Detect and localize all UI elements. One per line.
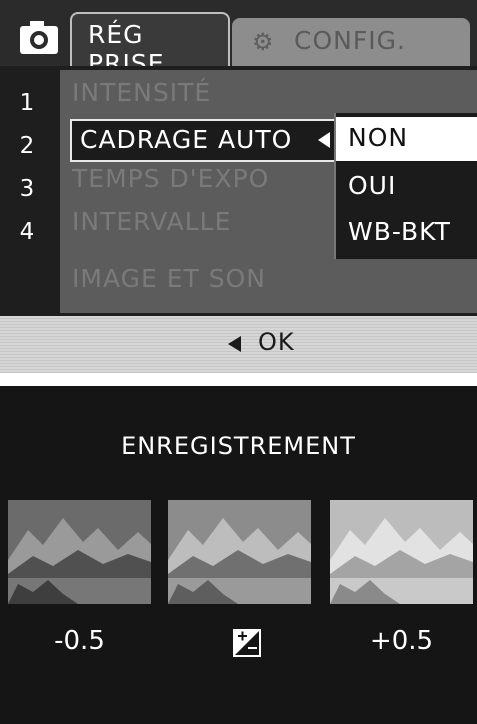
camera-menu-screen: RÉG PRISE ⚙ CONFIG. 1 2 3 4 INTENSITÉ TE… bbox=[0, 0, 477, 373]
row-number: 3 bbox=[19, 176, 35, 202]
tab-reg-prise[interactable]: RÉG PRISE bbox=[70, 12, 230, 78]
thumbnail-bright bbox=[330, 500, 473, 604]
row-number: 1 bbox=[19, 90, 35, 116]
option-dropdown: NON OUI WB-BKT bbox=[334, 113, 477, 259]
menu-item-label: TEMPS D'EXPO bbox=[72, 164, 270, 193]
row-number-column: 1 2 3 4 bbox=[0, 66, 58, 316]
thumbnail-dark bbox=[8, 500, 151, 604]
option-label: OUI bbox=[348, 171, 397, 200]
option-label: WB-BKT bbox=[348, 217, 451, 246]
menu-item-label: CADRAGE AUTO bbox=[80, 125, 293, 154]
left-arrow-icon bbox=[228, 336, 241, 352]
tab-config[interactable]: ⚙ CONFIG. bbox=[232, 18, 470, 66]
recording-title: ENREGISTREMENT bbox=[121, 432, 356, 460]
menu-item-cadrage-auto[interactable]: CADRAGE AUTO bbox=[70, 119, 336, 162]
option-wb-bkt[interactable]: WB-BKT bbox=[336, 211, 477, 255]
exposure-plus-label: +0.5 bbox=[369, 626, 434, 656]
wrench-icon: ⚙ bbox=[252, 28, 274, 56]
menu-item-intensite[interactable]: INTENSITÉ bbox=[60, 74, 477, 116]
option-oui[interactable]: OUI bbox=[336, 165, 477, 209]
tab-config-label: CONFIG. bbox=[294, 26, 406, 55]
menu-item-label: INTERVALLE bbox=[72, 207, 232, 236]
row-number: 2 bbox=[19, 133, 35, 159]
exposure-compensation-icon bbox=[233, 629, 261, 657]
row-number: 4 bbox=[19, 219, 35, 245]
footer-bar: OK bbox=[0, 316, 477, 373]
menu-item-image-et-son[interactable]: IMAGE ET SON bbox=[60, 260, 477, 302]
thumbnail-normal bbox=[168, 500, 311, 604]
option-label: NON bbox=[348, 123, 409, 152]
menu-item-label: INTENSITÉ bbox=[72, 78, 212, 107]
menu-item-label: IMAGE ET SON bbox=[72, 264, 266, 293]
submenu-arrow-icon bbox=[318, 132, 330, 148]
exposure-minus-label: -0.5 bbox=[54, 626, 105, 656]
option-non[interactable]: NON bbox=[336, 117, 477, 161]
camera-icon[interactable] bbox=[14, 12, 64, 62]
ok-label[interactable]: OK bbox=[258, 328, 295, 356]
recording-screen: ENREGISTREMENT -0.5 +0.5 bbox=[0, 386, 477, 724]
